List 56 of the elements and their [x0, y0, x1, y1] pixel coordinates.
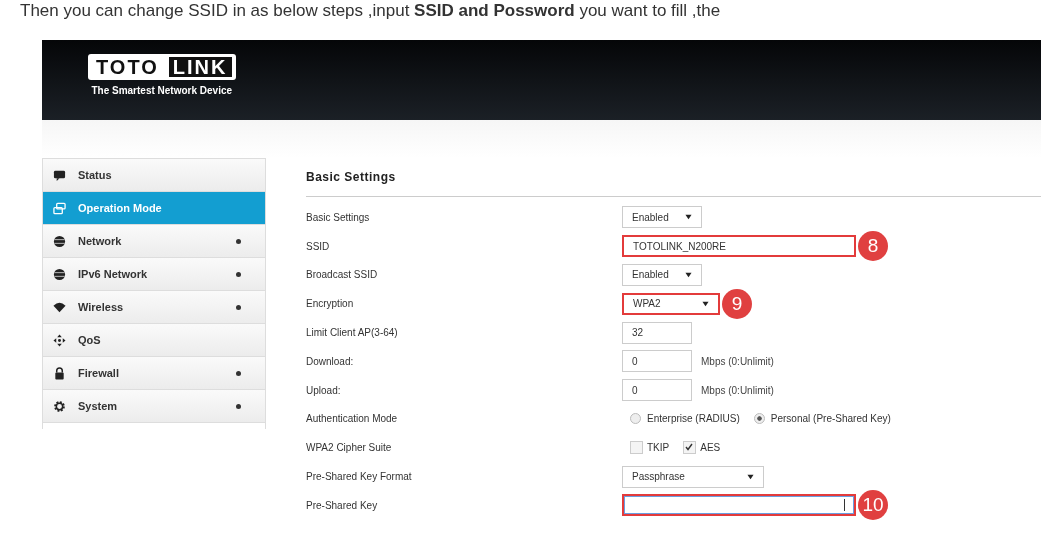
sidebar-item[interactable]: QoS — [43, 324, 265, 357]
input-field[interactable]: 0 — [622, 350, 692, 373]
field-label: Pre-Shared Key — [306, 499, 379, 511]
field-label: WPA2 Cipher Suite — [306, 442, 393, 454]
logo: TOTO LINK — [88, 54, 236, 80]
tagline: The Smartest Network Device — [91, 85, 233, 96]
step-badge: 8 — [858, 231, 888, 262]
chat-icon — [53, 168, 66, 182]
field-label: Authentication Mode — [306, 413, 399, 425]
dropdown[interactable]: Enabled — [622, 206, 702, 229]
dropdown-arrow-icon — [702, 300, 709, 307]
radio-button[interactable] — [753, 413, 765, 425]
option-label: Personal (Pre-Shared Key) — [770, 413, 891, 425]
step-badge: 10 — [858, 490, 888, 521]
wifi-icon — [53, 300, 66, 314]
field-label: Limit Client AP(3-64) — [306, 327, 399, 339]
field-label: SSID — [306, 240, 331, 252]
option-label: TKIP — [647, 442, 670, 454]
sidebar-item[interactable]: Firewall — [43, 357, 265, 390]
field-label: Download: — [306, 355, 355, 367]
checkbox[interactable] — [630, 441, 643, 455]
unit-label: Mbps (0:Unlimit) — [701, 355, 774, 367]
input-field[interactable]: TOTOLINK_N200RE — [622, 235, 856, 258]
field-label: Encryption — [306, 298, 355, 310]
field-label: Upload: — [306, 384, 342, 396]
gear-icon — [53, 399, 66, 413]
input-field[interactable]: 32 — [622, 321, 692, 344]
sidebar-item[interactable]: System — [43, 390, 265, 423]
option-label: Enterprise (RADIUS) — [647, 413, 740, 425]
field-label: Pre-Shared Key Format — [306, 471, 413, 483]
sidebar-item[interactable]: IPv6 Network — [43, 258, 265, 291]
lock-icon — [53, 366, 66, 380]
dropdown-arrow-icon — [685, 214, 692, 221]
section-title: Basic Settings — [306, 158, 1041, 197]
unit-label: Mbps (0:Unlimit) — [701, 384, 774, 396]
sidebar-item[interactable]: Status — [43, 159, 265, 192]
sidebar-item[interactable]: Wireless — [43, 291, 265, 324]
dropdown[interactable]: Enabled — [622, 264, 702, 286]
input-field[interactable]: 0 — [622, 379, 692, 402]
dropdown-arrow-icon — [685, 272, 692, 278]
document-text: Then you can change SSID in as below steps ,input SSID and Possword you want to fill ,the — [19, 0, 722, 22]
arrows-icon — [53, 333, 66, 347]
dropdown[interactable]: WPA2 — [622, 292, 720, 315]
input-field[interactable] — [622, 494, 856, 517]
globe-icon — [53, 234, 66, 248]
windows-icon — [53, 201, 66, 215]
option-label: AES — [700, 442, 721, 454]
dropdown-arrow-icon — [747, 473, 754, 480]
step-badge: 9 — [722, 288, 752, 319]
globe-icon — [53, 267, 66, 281]
field-label: Basic Settings — [306, 211, 371, 223]
checkbox[interactable] — [683, 441, 697, 455]
radio-button[interactable] — [630, 413, 641, 425]
sidebar-item[interactable]: Network — [43, 225, 265, 258]
dropdown[interactable]: Passphrase — [622, 465, 764, 488]
field-label: Broadcast SSID — [306, 269, 379, 281]
